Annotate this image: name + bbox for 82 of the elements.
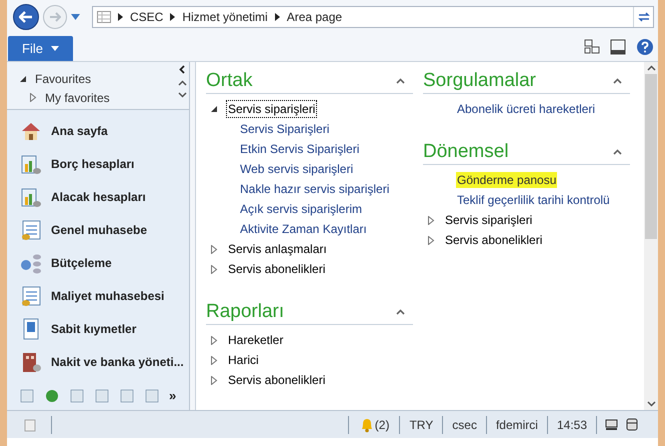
chevron-icon	[274, 13, 280, 21]
module-item[interactable]: Ana sayfa	[19, 114, 189, 147]
grid-icon	[97, 11, 111, 23]
area-link[interactable]: Teklif geçerlilik tarihi kontrolü	[456, 192, 611, 208]
module-item[interactable]: Bütçeleme	[19, 246, 189, 279]
right-arrow-icon	[49, 12, 61, 22]
refresh-arrows-icon	[638, 11, 650, 23]
tree-group-label[interactable]: Servis siparişleri	[443, 211, 534, 229]
back-button[interactable]	[13, 4, 39, 30]
favourites-item[interactable]: Favourites	[35, 70, 92, 88]
currency-label[interactable]: TRY	[400, 416, 442, 434]
tree-group-label[interactable]: Servis abonelikleri	[443, 231, 544, 249]
scroll-up-icon[interactable]	[646, 65, 656, 71]
expand-icon[interactable]	[210, 336, 218, 344]
expand-icon[interactable]	[427, 216, 435, 224]
module-item[interactable]: Borç hesapları	[19, 147, 189, 180]
collapse-section-icon[interactable]	[396, 78, 405, 84]
time-label: 14:53	[556, 416, 588, 434]
module-item[interactable]: Alacak hesapları	[19, 180, 189, 213]
scroll-down-icon[interactable]	[178, 92, 186, 98]
tree-group-label[interactable]: Hareketler	[226, 331, 286, 349]
module-item[interactable]: Nakit ve banka yöneti...	[19, 345, 189, 378]
section-heading: Sorgulamalar	[423, 68, 536, 92]
area-link[interactable]: Nakle hazır servis siparişleri	[239, 181, 390, 197]
computer-icon[interactable]	[605, 418, 618, 431]
scrollbar[interactable]	[644, 62, 658, 410]
scroll-thumb[interactable]	[645, 74, 657, 239]
module-item[interactable]: Maliyet muhasebesi	[19, 279, 189, 312]
expand-icon[interactable]	[210, 264, 218, 274]
more-modules-button[interactable]: »	[169, 390, 176, 402]
module-shortcut-icon[interactable]	[44, 388, 60, 404]
notification-count[interactable]: (2)	[374, 416, 390, 434]
chevron-icon	[118, 13, 123, 21]
caret-icon	[50, 46, 59, 51]
tree-group-label[interactable]: Servis abonelikleri	[226, 260, 328, 278]
area-link[interactable]: Servis Siparişleri	[239, 121, 330, 137]
tree-group-label[interactable]: Harici	[226, 351, 261, 369]
address-bar[interactable]: CSEC Hizmet yönetimi Area page	[92, 6, 654, 28]
tree-group-label[interactable]: Servis siparişleri	[226, 100, 318, 118]
breadcrumb-item[interactable]: Hizmet yönetimi	[182, 8, 268, 26]
collapse-pane-icon[interactable]	[179, 65, 185, 74]
expand-icon[interactable]	[210, 356, 218, 364]
area-link[interactable]: Etkin Servis Siparişleri	[239, 141, 360, 157]
scroll-up-icon[interactable]	[178, 80, 186, 86]
breadcrumb-item[interactable]: CSEC	[130, 8, 164, 26]
left-arrow-icon	[19, 11, 33, 23]
area-link[interactable]: Web servis siparişleri	[239, 161, 354, 177]
expand-icon[interactable]	[210, 376, 218, 384]
collapse-section-icon[interactable]	[613, 78, 622, 84]
section-heading: Ortak	[206, 68, 252, 92]
database-icon[interactable]	[626, 418, 638, 431]
user-label[interactable]: fdemirci	[486, 416, 547, 434]
panel-icon[interactable]	[610, 39, 626, 55]
favourites-item[interactable]: My favorites	[45, 88, 110, 106]
area-link[interactable]: Gönderme panosu	[456, 172, 558, 188]
chevron-icon	[170, 13, 176, 21]
area-link[interactable]: Aktivite Zaman Kayıtları	[239, 221, 368, 237]
expand-icon[interactable]	[210, 244, 218, 254]
ledger-icon	[19, 218, 43, 242]
collapse-icon[interactable]	[210, 105, 218, 113]
module-item[interactable]: Sabit kıymetler	[19, 312, 189, 345]
company-label[interactable]: csec	[443, 416, 486, 434]
expand-icon[interactable]	[29, 93, 37, 102]
ledger-icon	[19, 284, 43, 308]
breadcrumb-item[interactable]: Area page	[286, 8, 342, 26]
module-item[interactable]: Genel muhasebe	[19, 213, 189, 246]
expand-icon[interactable]	[427, 236, 435, 244]
collapse-section-icon[interactable]	[396, 308, 405, 314]
section-heading: Dönemsel	[423, 140, 509, 164]
tree-group-label[interactable]: Servis anlaşmaları	[226, 240, 329, 258]
refresh-button[interactable]	[633, 7, 653, 27]
scroll-down-icon[interactable]	[646, 401, 656, 407]
layout-icon[interactable]	[584, 39, 600, 55]
file-menu-button[interactable]: File	[8, 36, 73, 61]
area-link[interactable]: Abonelik ücreti hareketleri	[456, 101, 596, 117]
collapse-section-icon[interactable]	[613, 148, 622, 154]
dropdown-icon[interactable]	[71, 14, 80, 20]
tree-group-label[interactable]: Servis abonelikleri	[226, 371, 328, 389]
area-link[interactable]: Açık servis siparişlerim	[239, 201, 364, 217]
section-heading: Raporları	[206, 300, 284, 324]
collapse-icon[interactable]	[19, 74, 27, 82]
help-icon[interactable]	[636, 38, 654, 56]
